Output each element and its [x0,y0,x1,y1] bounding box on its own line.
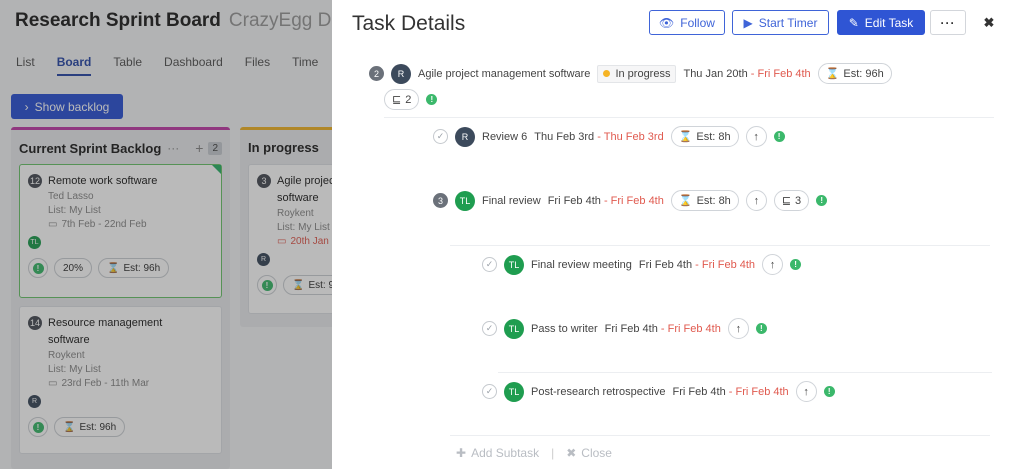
hourglass-icon: ⌛ [678,131,693,143]
task-dates: Thu Feb 3rd - Thu Feb 3rd [534,130,664,143]
move-up-button[interactable]: ↑ [762,254,784,275]
status-badge[interactable]: In progress [597,64,677,83]
close-button[interactable]: ✖ Close [566,446,612,460]
checkmark-icon[interactable]: ✓ [482,384,497,399]
play-icon: ▶ [743,15,753,30]
subtask-row[interactable]: ✓ TL Final review meeting Fri Feb 4th - … [482,254,802,275]
close-icon[interactable]: ✖ [980,10,998,35]
estimate-chip[interactable]: ⌛ Est: 8h [670,190,739,211]
hourglass-icon: ⌛ [825,68,840,80]
avatar: TL [504,254,524,275]
panel-title: Task Details [352,12,466,35]
subtasks-chip[interactable]: ⊑ 2 [384,89,420,110]
arrow-up-icon: ↑ [753,194,760,207]
add-subtask-button[interactable]: ✚ Add Subtask [456,446,539,460]
priority-icon[interactable]: ! [755,323,767,334]
move-up-button[interactable]: ↑ [745,190,767,211]
edit-task-button[interactable]: ✎ Edit Task [837,10,925,35]
subtask-title: Review 6 [482,130,528,143]
priority-icon[interactable]: ! [426,94,438,105]
task-dates: Thu Jan 20th - Fri Feb 4th [683,67,811,80]
avatar: R [455,126,475,147]
subtask-tree-icon: ⊑ [781,195,792,207]
status-dot-icon [603,70,611,77]
move-up-button[interactable]: ↑ [745,126,767,147]
plus-icon: ✚ [456,446,467,460]
panel-footer: ✚ Add Subtask | ✖ Close [456,446,612,460]
priority-icon[interactable]: ! [823,386,835,397]
subtask-title: Final review meeting [531,258,632,271]
task-dates: Fri Feb 4th - Fri Feb 4th [547,194,664,207]
checkmark-icon[interactable]: ✓ [433,129,448,144]
subtasks-chip[interactable]: ⊑ 3 [773,190,810,211]
priority-icon[interactable]: ! [790,259,802,270]
checkmark-icon[interactable]: ✓ [482,257,497,272]
divider [450,435,990,436]
estimate-chip[interactable]: ⌛ Est: 96h [817,63,892,84]
pencil-icon: ✎ [848,15,859,30]
task-details-panel: Task Details 👁 Follow ▶ Start Timer ✎ Ed… [332,0,1024,469]
priority-icon[interactable]: ! [773,131,785,142]
divider [498,372,992,373]
start-timer-button[interactable]: ▶ Start Timer [732,10,829,35]
arrow-up-icon: ↑ [769,258,776,271]
subtask-tree-icon: ⊑ [392,94,402,106]
priority-icon[interactable]: ! [816,195,828,206]
subtask-count-badge: 3 [433,193,448,208]
avatar: R [391,63,411,84]
checkmark-icon[interactable]: ✓ [482,321,497,336]
arrow-up-icon: ↑ [753,130,759,143]
avatar: TL [455,190,475,211]
close-icon: ✖ [566,446,577,460]
task-dates: Fri Feb 4th - Fri Feb 4th [672,385,789,398]
subtask-row[interactable]: ✓ R Review 6 Thu Feb 3rd - Thu Feb 3rd ⌛… [433,126,785,147]
avatar: TL [504,318,524,339]
avatar: TL [504,381,524,402]
task-dates: Fri Feb 4th - Fri Feb 4th [604,322,721,335]
subtask-row[interactable]: ✓ TL Pass to writer Fri Feb 4th - Fri Fe… [482,318,767,339]
subtask-title: Final review [482,194,541,207]
main-task-row[interactable]: 2 R Agile project management software In… [369,63,892,84]
subtask-count-badge: 2 [369,66,384,81]
arrow-up-icon: ↑ [735,322,742,335]
estimate-chip[interactable]: ⌛ Est: 8h [670,126,739,147]
follow-button[interactable]: 👁 Follow [649,10,725,35]
divider [450,245,990,246]
subtask-title: Pass to writer [531,322,598,335]
divider [384,117,994,118]
move-up-button[interactable]: ↑ [795,381,817,402]
move-up-button[interactable]: ↑ [727,318,749,339]
task-dates: Fri Feb 4th - Fri Feb 4th [638,258,756,271]
subtask-title: Post-research retrospective [531,385,666,398]
modal-backdrop[interactable] [0,0,332,469]
subtask-row[interactable]: ✓ TL Post-research retrospective Fri Feb… [482,381,835,402]
eye-icon: 👁 [659,15,675,30]
more-options-button[interactable]: ··· [930,10,966,35]
hourglass-icon: ⌛ [678,195,693,207]
subtask-row[interactable]: 3 TL Final review Fri Feb 4th - Fri Feb … [433,190,828,211]
task-title: Agile project management software [418,67,591,80]
footer-divider: | [551,446,555,460]
arrow-up-icon: ↑ [803,385,809,398]
